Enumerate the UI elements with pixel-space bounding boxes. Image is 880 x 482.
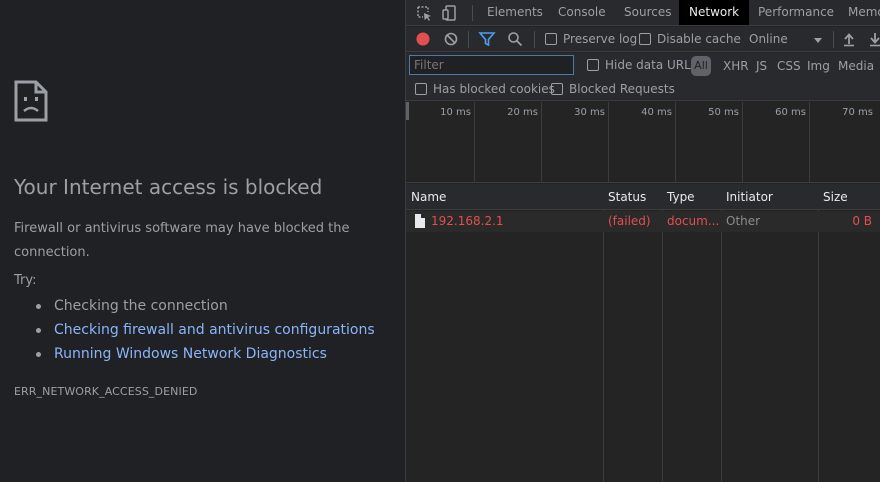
column-header-type[interactable]: Type	[662, 184, 695, 210]
throttling-select[interactable]: Online	[744, 30, 822, 49]
toolbar-divider	[833, 31, 834, 48]
column-header-initiator[interactable]: Initiator	[721, 184, 773, 210]
suggestion-check-firewall-link[interactable]: Checking firewall and antivirus configur…	[36, 318, 375, 342]
timeline-tick-label: 30 ms	[574, 107, 605, 118]
tab-performance[interactable]: Performance	[748, 0, 844, 25]
timeline-gridline	[675, 102, 676, 183]
filter-input[interactable]	[409, 55, 574, 75]
network-toolbar: Preserve log Disable cache Online	[406, 27, 880, 52]
timeline-gridline	[608, 102, 609, 183]
tab-sources[interactable]: Sources	[614, 0, 681, 25]
export-har-icon[interactable]	[866, 30, 880, 48]
hide-data-urls-label: Hide data URLs	[605, 58, 698, 72]
timeline-gridline	[474, 102, 475, 183]
has-blocked-cookies-label: Has blocked cookies	[433, 82, 555, 96]
has-blocked-cookies-checkbox[interactable]	[415, 83, 427, 95]
timeline-handle[interactable]	[406, 102, 409, 120]
search-icon[interactable]	[506, 30, 524, 48]
error-page: Your Internet access is blocked Firewall…	[0, 0, 405, 482]
throttling-value: Online	[749, 32, 788, 46]
tab-memory[interactable]: Memo	[838, 0, 880, 25]
toolbar-divider	[468, 31, 469, 48]
table-row[interactable]: 192.168.2.1 (failed) docum... Other 0 B	[406, 211, 880, 232]
filter-css[interactable]: CSS	[777, 59, 801, 73]
timeline-gridline	[809, 102, 810, 183]
clear-icon[interactable]	[442, 30, 460, 48]
chevron-down-icon	[814, 38, 822, 43]
error-code: ERR_NETWORK_ACCESS_DENIED	[14, 385, 198, 398]
suggestion-network-diagnostics-link[interactable]: Running Windows Network Diagnostics	[36, 342, 375, 366]
timeline-tick-label: 60 ms	[775, 107, 806, 118]
filter-xhr[interactable]: XHR	[723, 59, 749, 73]
document-icon	[415, 214, 425, 228]
device-toolbar-icon[interactable]	[441, 4, 459, 22]
preserve-log-label: Preserve log	[563, 32, 638, 46]
error-title: Your Internet access is blocked	[14, 175, 323, 199]
filter-icon[interactable]	[478, 30, 496, 48]
blocked-requests-label: Blocked Requests	[569, 82, 675, 96]
error-description: Firewall or antivirus software may have …	[14, 221, 350, 260]
request-type: docum...	[667, 214, 720, 228]
try-label: Try:	[14, 273, 37, 288]
sad-document-icon	[14, 80, 48, 122]
import-har-icon[interactable]	[840, 30, 858, 48]
filter-bar: Hide data URLs All XHR JS CSS Img Media …	[406, 53, 880, 101]
devtools-panel: Elements Console Sources Network Perform…	[405, 0, 880, 482]
hide-data-urls-checkbox[interactable]	[587, 59, 599, 71]
toolbar-divider	[534, 31, 535, 48]
timeline-tick-label: 70 ms	[842, 107, 873, 118]
column-header-size[interactable]: Size	[818, 184, 848, 210]
request-name: 192.168.2.1	[431, 214, 504, 228]
column-header-status[interactable]: Status	[603, 184, 646, 210]
filter-media[interactable]: Media	[838, 59, 874, 73]
preserve-log-checkbox[interactable]	[545, 33, 557, 45]
tab-network[interactable]: Network	[679, 0, 750, 25]
inspect-element-icon[interactable]	[415, 4, 433, 22]
devtools-tab-bar: Elements Console Sources Network Perform…	[406, 0, 880, 26]
column-header-name[interactable]: Name	[406, 184, 446, 210]
requests-table-header: Name Status Type Initiator Size	[406, 184, 880, 210]
suggestion-list: Checking the connection Checking firewal…	[36, 294, 375, 366]
tab-bar-divider	[472, 5, 473, 21]
blocked-requests-checkbox[interactable]	[551, 83, 563, 95]
request-initiator: Other	[726, 214, 761, 228]
disable-cache-checkbox[interactable]	[639, 33, 651, 45]
timeline-tick-label: 20 ms	[507, 107, 538, 118]
filter-js[interactable]: JS	[756, 59, 767, 73]
request-status: (failed)	[608, 214, 651, 228]
timeline-overview[interactable]: 10 ms 20 ms 30 ms 40 ms 50 ms 60 ms 70 m…	[406, 102, 880, 183]
timeline-tick-label: 10 ms	[440, 107, 471, 118]
tab-console[interactable]: Console	[548, 0, 616, 25]
request-size: 0 B	[852, 214, 872, 228]
suggestion-check-connection: Checking the connection	[36, 294, 375, 318]
requests-table: Name Status Type Initiator Size 192.168.…	[406, 184, 880, 482]
disable-cache-label: Disable cache	[657, 32, 741, 46]
timeline-tick-label: 50 ms	[708, 107, 739, 118]
record-icon[interactable]	[414, 30, 432, 48]
filter-all-button[interactable]: All	[691, 56, 711, 76]
filter-img[interactable]: Img	[807, 59, 830, 73]
tab-elements[interactable]: Elements	[477, 0, 553, 25]
timeline-gridline	[541, 102, 542, 183]
timeline-gridline	[742, 102, 743, 183]
timeline-tick-label: 40 ms	[641, 107, 672, 118]
